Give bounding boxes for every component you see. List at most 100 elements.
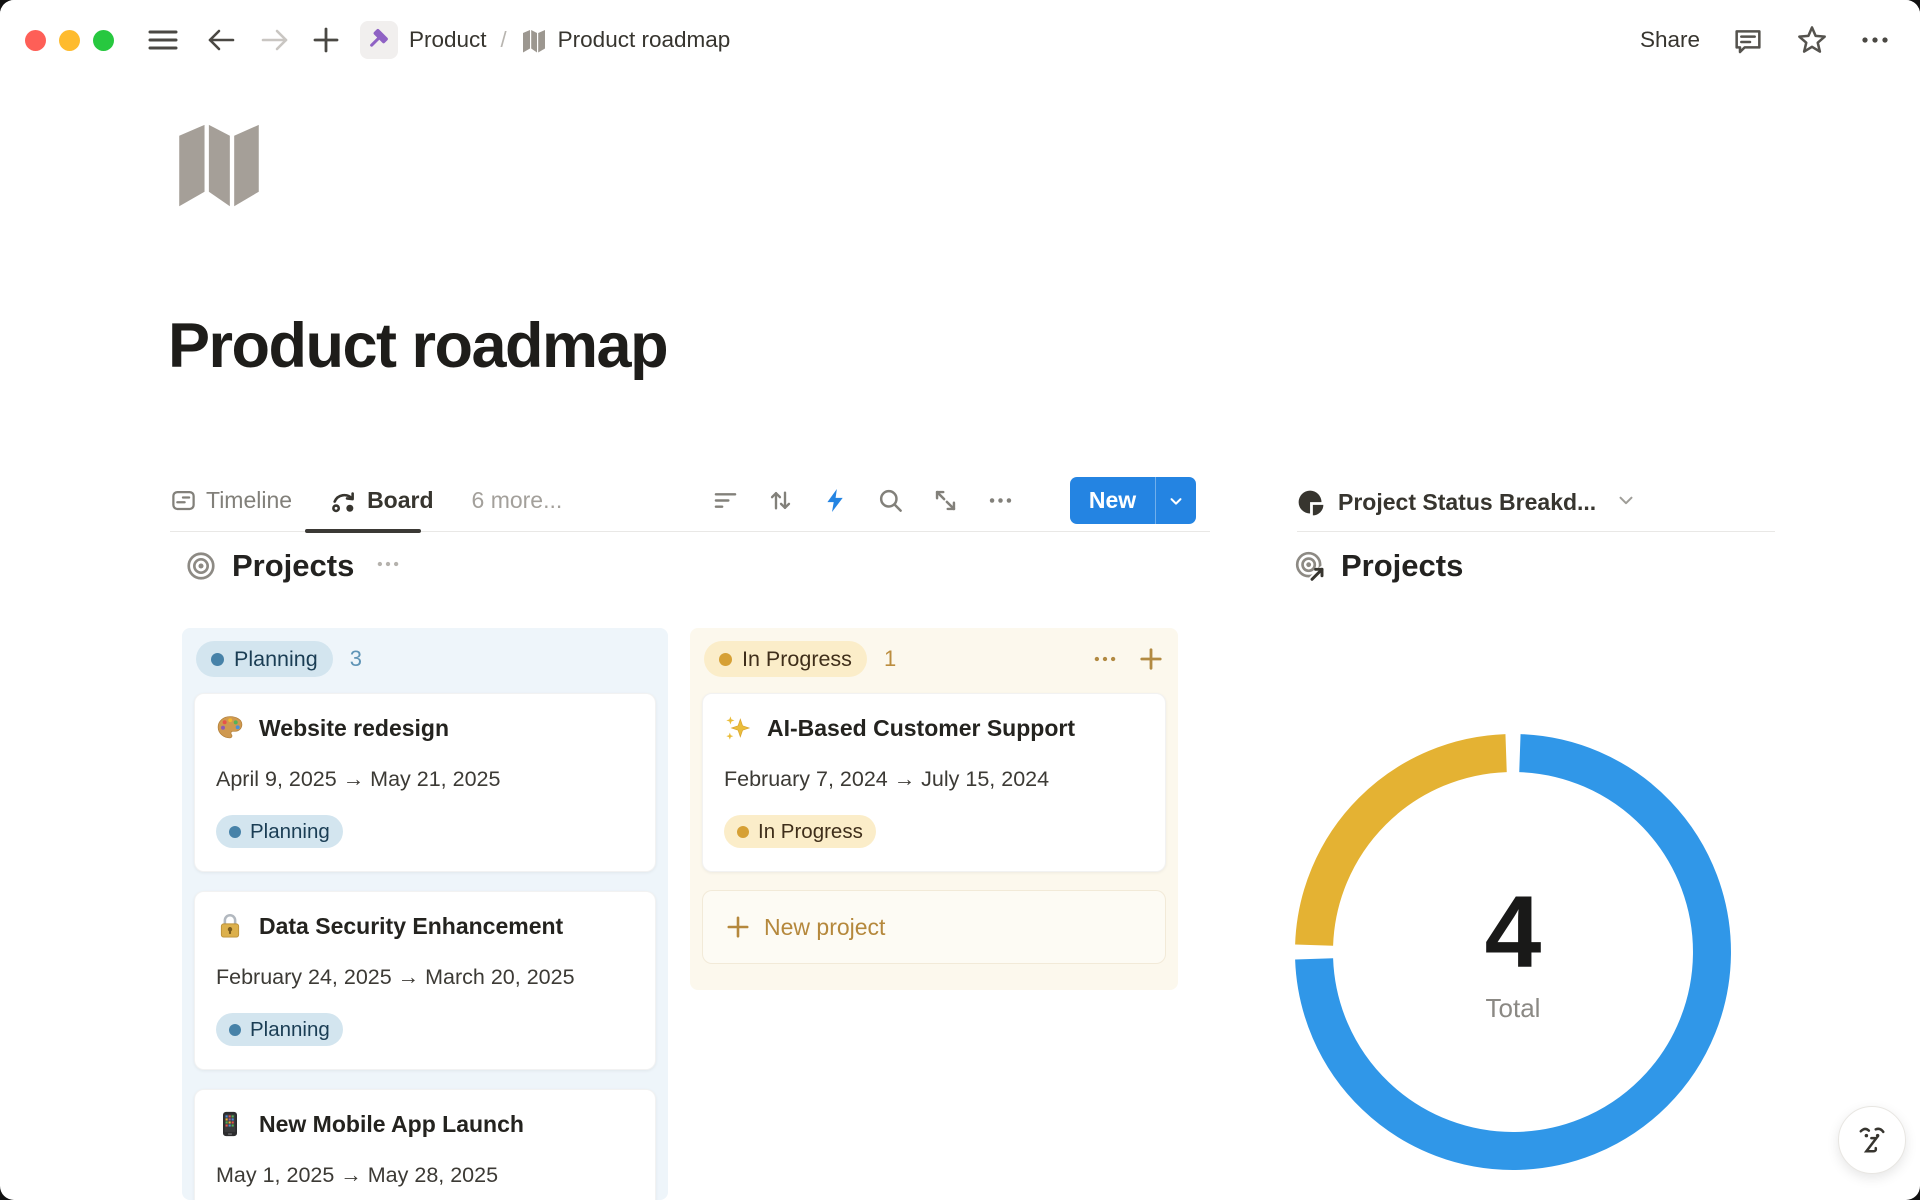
zoom-window-button[interactable] <box>93 30 114 51</box>
card-status-label: Planning <box>250 1018 330 1042</box>
titlebar-actions: Share <box>1640 24 1890 56</box>
project-card-website-redesign[interactable]: Website redesign April 9, 2025 → May 21,… <box>194 693 656 872</box>
board-icon <box>330 487 358 515</box>
page-title: Product roadmap <box>168 310 667 382</box>
board-section-header: Projects <box>185 548 401 584</box>
new-button-chevron-icon[interactable] <box>1156 492 1196 510</box>
new-project-button[interactable]: New project <box>702 890 1166 964</box>
more-options-icon[interactable] <box>1860 25 1890 55</box>
status-pill-planning[interactable]: Planning <box>196 641 333 677</box>
breadcrumb-workspace[interactable]: Product <box>409 27 487 53</box>
hamburger-icon[interactable] <box>148 28 178 52</box>
column-add-icon[interactable] <box>1138 646 1164 672</box>
target-arrow-icon <box>1294 550 1326 582</box>
card-status-tag: Planning <box>216 815 343 848</box>
card-title: New Mobile App Launch <box>259 1111 524 1138</box>
status-dot <box>719 653 732 666</box>
view-bar: Timeline Board 6 more... <box>170 470 1210 532</box>
tab-timeline[interactable]: Timeline <box>170 487 292 514</box>
card-title: Data Security Enhancement <box>259 913 563 940</box>
column-count: 3 <box>350 646 362 672</box>
window-controls <box>25 30 114 51</box>
app-window: Product / Product roadmap Share Product … <box>0 0 1920 1200</box>
view-toolbar: New <box>712 477 1196 524</box>
lock-emoji-icon <box>216 912 244 940</box>
new-tab-plus-icon[interactable] <box>312 26 340 54</box>
tab-timeline-label: Timeline <box>206 487 292 514</box>
status-breakdown-donut-chart[interactable]: 4 Total <box>1293 732 1733 1172</box>
active-tab-underline <box>305 529 421 533</box>
column-ellipsis-icon[interactable] <box>1092 646 1118 672</box>
card-dates: February 7, 2024 → July 15, 2024 <box>724 767 1144 792</box>
mobile-phone-emoji-icon <box>216 1110 244 1138</box>
board-section-ellipsis-icon[interactable] <box>375 551 401 582</box>
palette-emoji-icon <box>216 714 244 742</box>
card-dates: February 24, 2025 → March 20, 2025 <box>216 965 634 990</box>
card-status-label: In Progress <box>758 820 863 844</box>
donut-center: 4 Total <box>1293 732 1733 1172</box>
share-button[interactable]: Share <box>1640 27 1700 53</box>
board-section-title[interactable]: Projects <box>232 548 354 584</box>
breadcrumb-page[interactable]: Product roadmap <box>558 27 731 53</box>
column-name: In Progress <box>742 647 852 672</box>
workspace-hammer-icon[interactable] <box>360 21 398 59</box>
column-header-planning: Planning 3 <box>194 638 656 680</box>
breadcrumb: Product / Product roadmap <box>360 21 730 59</box>
minimize-window-button[interactable] <box>59 30 80 51</box>
close-window-button[interactable] <box>25 30 46 51</box>
project-card-ai-support[interactable]: AI-Based Customer Support February 7, 20… <box>702 693 1166 872</box>
chart-section-header: Projects <box>1294 548 1463 584</box>
tab-board-label: Board <box>367 487 433 514</box>
donut-total-value: 4 <box>1485 881 1542 983</box>
forward-icon[interactable] <box>260 26 290 54</box>
notion-ai-button[interactable] <box>1838 1106 1906 1174</box>
sparkles-emoji-icon <box>724 714 752 742</box>
status-dot <box>211 653 224 666</box>
target-icon <box>185 550 217 582</box>
sort-icon[interactable] <box>767 487 794 514</box>
breadcrumb-separator: / <box>501 27 507 53</box>
tab-board[interactable]: Board <box>330 487 433 515</box>
card-status-tag: Planning <box>216 1013 343 1046</box>
new-project-label: New project <box>764 914 885 941</box>
column-name: Planning <box>234 647 318 672</box>
back-icon[interactable] <box>206 26 236 54</box>
chart-panel-chevron-icon[interactable] <box>1615 489 1637 516</box>
window-titlebar: Product / Product roadmap Share <box>0 0 1920 80</box>
filter-icon[interactable] <box>712 487 739 514</box>
pie-chart-icon <box>1297 489 1325 517</box>
status-dot <box>229 1024 241 1036</box>
card-status-label: Planning <box>250 820 330 844</box>
card-title: Website redesign <box>259 715 449 742</box>
chart-panel-title: Project Status Breakd... <box>1338 489 1596 516</box>
card-dates: April 9, 2025 → May 21, 2025 <box>216 767 634 792</box>
column-header-in-progress: In Progress 1 <box>702 638 1166 680</box>
card-status-tag: In Progress <box>724 815 876 848</box>
page-map-icon[interactable] <box>172 114 266 213</box>
comments-icon[interactable] <box>1732 24 1764 56</box>
new-button[interactable]: New <box>1070 477 1196 524</box>
more-tabs-button[interactable]: 6 more... <box>472 487 563 514</box>
chart-panel-header[interactable]: Project Status Breakd... <box>1297 474 1775 532</box>
favorite-star-icon[interactable] <box>1796 24 1828 56</box>
page-map-icon-small <box>521 27 547 53</box>
project-card-data-security[interactable]: Data Security Enhancement February 24, 2… <box>194 891 656 1070</box>
view-options-ellipsis-icon[interactable] <box>987 487 1014 514</box>
status-dot <box>229 826 241 838</box>
new-button-label: New <box>1070 487 1155 514</box>
card-dates: May 1, 2025 → May 28, 2025 <box>216 1163 634 1188</box>
search-icon[interactable] <box>877 487 904 514</box>
expand-icon[interactable] <box>932 487 959 514</box>
board-column-in-progress: In Progress 1 AI-Based Customer Support … <box>690 628 1178 990</box>
lightning-icon[interactable] <box>822 487 849 514</box>
board-column-planning: Planning 3 Website redesign April 9, 202… <box>182 628 668 1200</box>
project-card-mobile-app[interactable]: New Mobile App Launch May 1, 2025 → May … <box>194 1089 656 1200</box>
ai-face-icon <box>1852 1120 1892 1160</box>
status-dot <box>737 826 749 838</box>
timeline-icon <box>170 487 197 514</box>
chart-section-title[interactable]: Projects <box>1341 548 1463 584</box>
status-pill-in-progress[interactable]: In Progress <box>704 641 867 677</box>
donut-total-label: Total <box>1486 993 1541 1024</box>
card-title: AI-Based Customer Support <box>767 715 1075 742</box>
column-count: 1 <box>884 646 896 672</box>
